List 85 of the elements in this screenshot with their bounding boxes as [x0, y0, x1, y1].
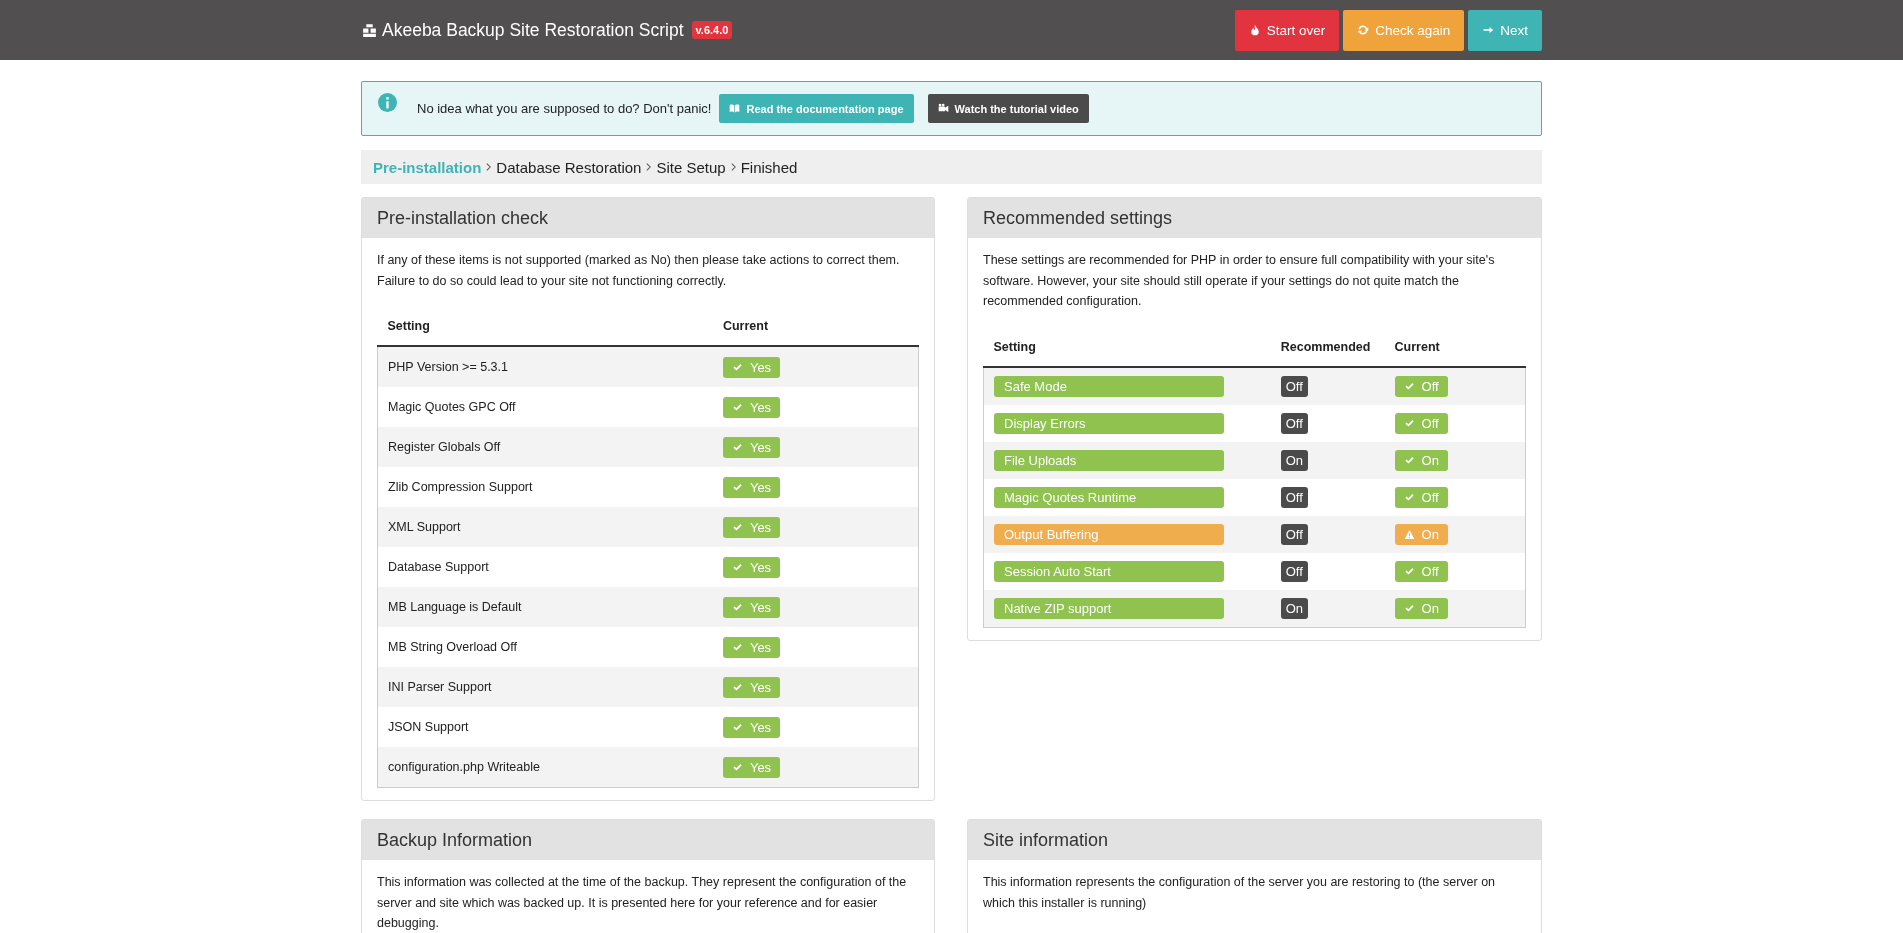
documentation-button[interactable]: Read the documentation page: [719, 94, 914, 123]
tutorial-video-button[interactable]: Watch the tutorial video: [927, 94, 1089, 123]
status-label: On: [1394, 597, 1448, 619]
setting-label: Native ZIP support: [994, 597, 1224, 619]
notice-text: No idea what you are supposed to do? Don't panic!: [417, 101, 712, 116]
panel-title: Site information: [968, 820, 1541, 860]
setting-label: Safe Mode: [994, 375, 1224, 397]
status-label: Off: [1394, 486, 1448, 508]
status-label: On: [1394, 523, 1448, 545]
setting-name: Register Globals Off: [377, 427, 713, 467]
video-camera-icon: [937, 103, 949, 114]
chevron-right-icon: [484, 161, 494, 173]
setting-name: configuration.php Writeable: [377, 747, 713, 788]
recommended-value: Off: [1280, 486, 1308, 508]
setting-name: INI Parser Support: [377, 667, 713, 707]
setting-label: Output Buffering: [994, 523, 1224, 545]
status-label: Yes: [722, 556, 781, 578]
breadcrumb-step[interactable]: Finished: [740, 158, 798, 176]
book-icon: [729, 103, 741, 114]
check-icon: [731, 761, 743, 773]
status-label: Yes: [722, 356, 781, 378]
check-icon: [731, 641, 743, 653]
status-label: Off: [1394, 412, 1448, 434]
recommended-value: Off: [1280, 375, 1308, 397]
check-icon: [1403, 454, 1415, 466]
check-icon: [731, 721, 743, 733]
setting-label: Session Auto Start: [994, 560, 1224, 582]
breadcrumb-step[interactable]: Database Restoration: [496, 158, 642, 176]
check-icon: [731, 401, 743, 413]
column-header: Recommended: [1270, 327, 1385, 367]
version-badge: v.6.4.0: [691, 21, 733, 39]
status-label: On: [1394, 449, 1448, 471]
setting-name: XML Support: [377, 507, 713, 547]
status-label: Yes: [722, 436, 781, 458]
recommended-value: On: [1280, 449, 1309, 471]
next-button[interactable]: Next: [1468, 9, 1542, 51]
status-label: Yes: [722, 516, 781, 538]
recommended-value: Off: [1280, 560, 1308, 582]
check-icon: [1403, 565, 1415, 577]
check-icon: [1403, 491, 1415, 503]
recommended-value: Off: [1280, 523, 1308, 545]
check-icon: [1403, 380, 1415, 392]
check-icon: [731, 561, 743, 573]
status-label: Yes: [722, 756, 781, 778]
panel-description: This information was collected at the time of the backup. They represent the configuration of the server and site which was backed up. It is presented here for your reference and for easier debugging.: [377, 874, 908, 932]
status-label: Yes: [722, 596, 781, 618]
status-label: Yes: [722, 636, 781, 658]
boxes-icon: [361, 22, 378, 38]
panel-description: If any of these items is not supported (marked as No) then please take actions to correct them. Failure to do so could lead to your site not functioning correctly.: [377, 252, 901, 290]
status-label: Yes: [722, 476, 781, 498]
check-icon: [731, 361, 743, 373]
setting-name: MB Language is Default: [377, 587, 713, 627]
column-header: Setting: [983, 327, 1271, 367]
recommended-value: Off: [1280, 412, 1308, 434]
info-icon: [378, 93, 397, 112]
check-icon: [731, 481, 743, 493]
check-icon: [1403, 602, 1415, 614]
refresh-icon: [1357, 24, 1370, 36]
chevron-right-icon: [644, 161, 654, 173]
breadcrumb-step[interactable]: Site Setup: [656, 158, 726, 176]
warning-icon: [1403, 528, 1415, 540]
check-icon: [1403, 417, 1415, 429]
setting-name: PHP Version >= 5.3.1: [377, 346, 713, 387]
panel-title: Recommended settings: [968, 198, 1541, 238]
check-icon: [731, 441, 743, 453]
setting-label: File Uploads: [994, 449, 1224, 471]
app-title: Akeeba Backup Site Restoration Script: [382, 19, 684, 41]
setting-label: Magic Quotes Runtime: [994, 486, 1224, 508]
status-label: Off: [1394, 375, 1448, 397]
flame-icon: [1248, 24, 1261, 36]
status-label: Off: [1394, 560, 1448, 582]
status-label: Yes: [722, 396, 781, 418]
check-icon: [731, 681, 743, 693]
recommended-value: On: [1280, 597, 1309, 619]
check-icon: [731, 521, 743, 533]
panel-title: Backup Information: [362, 820, 934, 860]
panel-description: These settings are recommended for PHP in order to ensure full compatibility with your site's software. However, your site should still operate if your settings do not quite match the recommended configuration.: [983, 252, 1496, 310]
panel-description: This information represents the configuration of the server you are restoring to (the server on which this installer is running): [983, 874, 1497, 912]
status-label: Yes: [722, 716, 781, 738]
check-icon: [731, 601, 743, 613]
start-over-button[interactable]: Start over: [1234, 9, 1340, 51]
setting-label: Display Errors: [994, 412, 1224, 434]
panel-title: Pre-installation check: [362, 198, 934, 238]
column-header: Current: [1384, 327, 1526, 367]
status-label: Yes: [722, 676, 781, 698]
